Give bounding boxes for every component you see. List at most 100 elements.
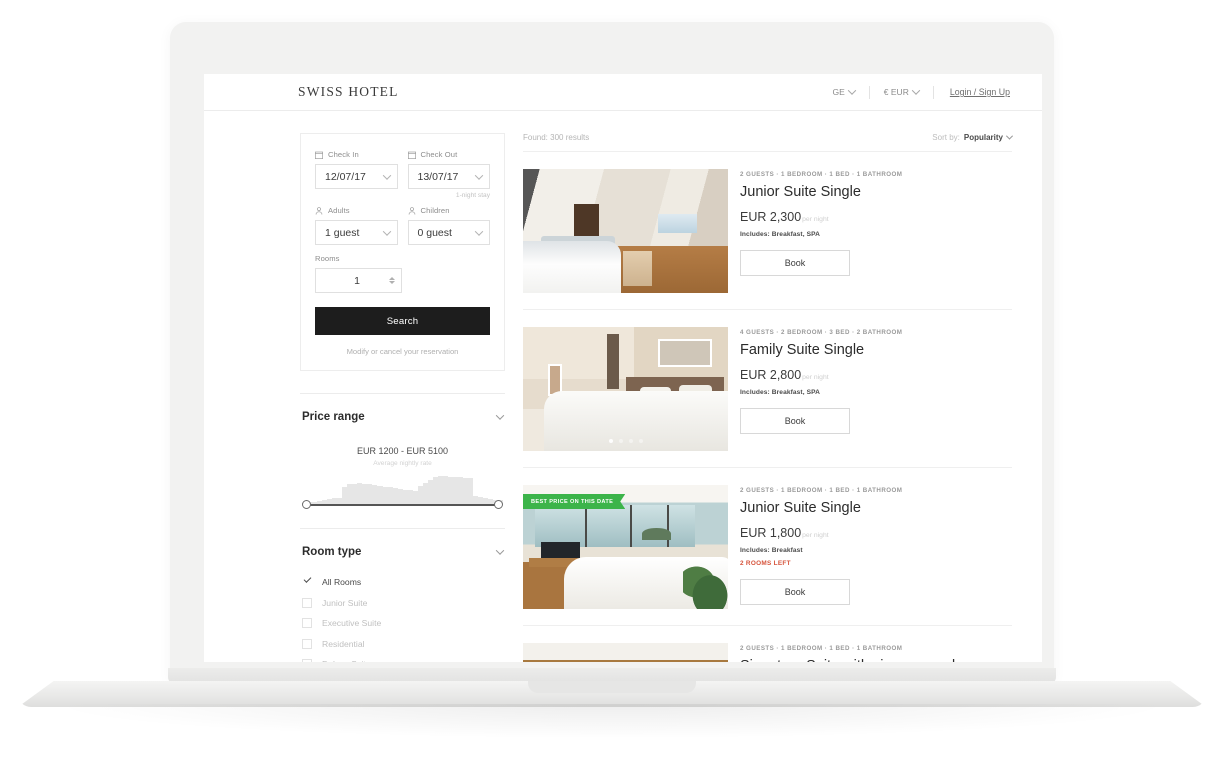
price-range-filter: Price range EUR 1200 - EUR 5100 Average … [300,393,505,509]
checkin-input[interactable]: 12/07/17 [315,164,398,189]
site-header: SWISS HOTEL GE € EUR Login / Sign Up [204,74,1042,111]
search-button[interactable]: Search [315,307,490,335]
currency-selector[interactable]: € EUR [870,86,933,97]
chevron-down-icon[interactable] [1005,132,1014,140]
stepper-down-icon[interactable] [389,281,395,284]
listing-item[interactable]: 2 GUESTS · 1 BEDROOM · 1 BED · 1 BATHROO… [523,152,1012,310]
calendar-icon [407,151,416,159]
login-signup-link[interactable]: Login / Sign Up [934,87,1010,97]
chevron-down-icon [382,226,391,236]
adults-input[interactable]: 1 guest [315,220,398,245]
rooms-value: 1 [354,274,360,287]
checkout-label: Check Out [420,150,458,159]
search-panel: Check In 12/07/17 Check Out 13/07/17 1-n… [300,133,505,371]
room-type-option[interactable]: Deluxe Suite [302,654,503,662]
listing-price-value: EUR 1,800 [740,526,802,541]
book-button[interactable]: Book [740,250,850,277]
checkin-label-row: Check In [315,150,398,159]
price-slider-max-handle[interactable] [494,500,503,509]
checkbox-icon[interactable] [302,618,312,629]
price-range-header[interactable]: Price range [302,411,505,423]
listing-price: EUR 2,800per night [740,368,1012,382]
room-type-option[interactable]: Executive Suite [302,613,503,634]
checkout-label-row: Check Out [407,150,491,159]
book-button[interactable]: Book [740,408,850,435]
listing-meta: 2 GUESTS · 1 BEDROOM · 1 BED · 1 BATHROO… [740,645,903,652]
adults-label: Adults [328,206,350,215]
checkbox-icon[interactable] [302,659,312,662]
chevron-down-icon [474,226,484,236]
carousel-dot[interactable] [628,439,633,443]
room-type-option[interactable]: All Rooms [302,572,503,593]
listing-price-period: per night [802,532,829,540]
listing-thumbnail[interactable] [523,327,728,451]
header-utility-nav: GE € EUR Login / Sign Up [819,85,1010,99]
listing-includes: Includes: Breakfast, SPA [740,231,820,239]
carousel-dots[interactable] [608,439,643,443]
carousel-dot[interactable] [608,439,613,443]
rooms-label-row: Rooms [315,254,490,263]
listing-info: 2 GUESTS · 1 BEDROOM · 1 BED · 1 BATHROO… [740,485,1012,609]
adults-field: Adults 1 guest [315,206,398,245]
checkbox-checked-icon[interactable] [302,577,312,588]
listing-info: 2 GUESTS · 1 BEDROOM · 1 BED · 1 BATHROO… [740,169,1012,293]
children-input[interactable]: 0 guest [407,220,490,245]
room-type-option-label: Deluxe Suite [322,659,371,662]
listing-price-period: per night [802,374,829,382]
carousel-dot[interactable] [638,439,643,443]
listing-title[interactable]: Signature Suite with view on garden [740,658,1012,662]
listing-thumbnail[interactable]: BEST PRICE ON THIS DATE [523,485,728,609]
chevron-down-icon[interactable] [495,411,505,420]
listing-item[interactable]: 2 GUESTS · 1 BEDROOM · 1 BED · 1 BATHROO… [523,626,1012,662]
children-value: 0 guest [417,226,452,239]
listing-title[interactable]: Junior Suite Single [740,500,1012,517]
room-type-title: Room type [302,546,362,558]
listing-price: EUR 1,800per night [740,526,1012,540]
listing-item[interactable]: BEST PRICE ON THIS DATE 2 GUESTS · 1 BEDR… [523,468,1012,626]
results-count: Found: 300 results [523,133,590,142]
stepper-up-icon[interactable] [389,277,395,280]
checkbox-icon[interactable] [302,638,312,649]
results-column: Found: 300 results Sort by: Popularity 2… [523,132,1014,662]
listing-item[interactable]: 4 GUESTS · 2 BEDROOM · 3 BED · 2 BATHROO… [523,310,1012,468]
listing-rooms-left: 2 ROOMS LEFT [740,560,791,568]
price-slider-min-handle[interactable] [302,500,311,509]
room-type-option[interactable]: Residential [302,634,503,655]
checkout-input[interactable]: 13/07/17 [407,164,490,189]
chevron-down-icon[interactable] [495,546,505,555]
price-range-title: Price range [302,411,365,423]
chevron-down-icon [474,170,484,180]
language-selector[interactable]: GE [819,86,869,97]
carousel-dot[interactable] [618,439,623,443]
rooms-stepper[interactable]: 1 [315,268,402,293]
person-icon [408,206,415,215]
listing-price: EUR 2,300per night [740,210,1012,224]
children-label-row: Children [408,206,491,215]
room-type-option[interactable]: Junior Suite [302,593,503,614]
adults-label-row: Adults [315,206,398,215]
room-type-option-label: Residential [322,638,365,649]
sidebar: Check In 12/07/17 Check Out 13/07/17 1-n… [300,133,505,662]
listing-price-period: per night [802,216,829,224]
listing-title[interactable]: Family Suite Single [740,342,1012,359]
best-price-badge: BEST PRICE ON THIS DATE [523,494,625,509]
room-type-option-label: All Rooms [322,577,362,588]
listing-thumbnail[interactable] [523,169,728,293]
checkin-field: Check In 12/07/17 [315,150,398,189]
listing-list: 2 GUESTS · 1 BEDROOM · 1 BED · 1 BATHROO… [523,152,1012,662]
listing-title[interactable]: Junior Suite Single [740,184,1012,201]
listing-thumbnail[interactable] [523,643,728,662]
stepper-arrows-icon[interactable] [389,277,395,284]
checkin-label: Check In [328,150,359,159]
children-label: Children [420,206,450,215]
price-range-slider[interactable] [302,500,503,509]
brand-logo[interactable]: SWISS HOTEL [298,84,399,100]
book-button[interactable]: Book [740,579,850,606]
sort-by-control[interactable]: Sort by: Popularity [932,132,1014,142]
modify-reservation-link[interactable]: Modify or cancel your reservation [315,347,490,356]
room-type-header[interactable]: Room type [302,546,505,558]
checkbox-icon[interactable] [302,597,312,608]
room-type-filter: Room type All Rooms Junior Suite Executive… [300,528,505,662]
laptop-trackpad-notch [528,681,696,693]
chevron-down-icon [382,170,391,180]
